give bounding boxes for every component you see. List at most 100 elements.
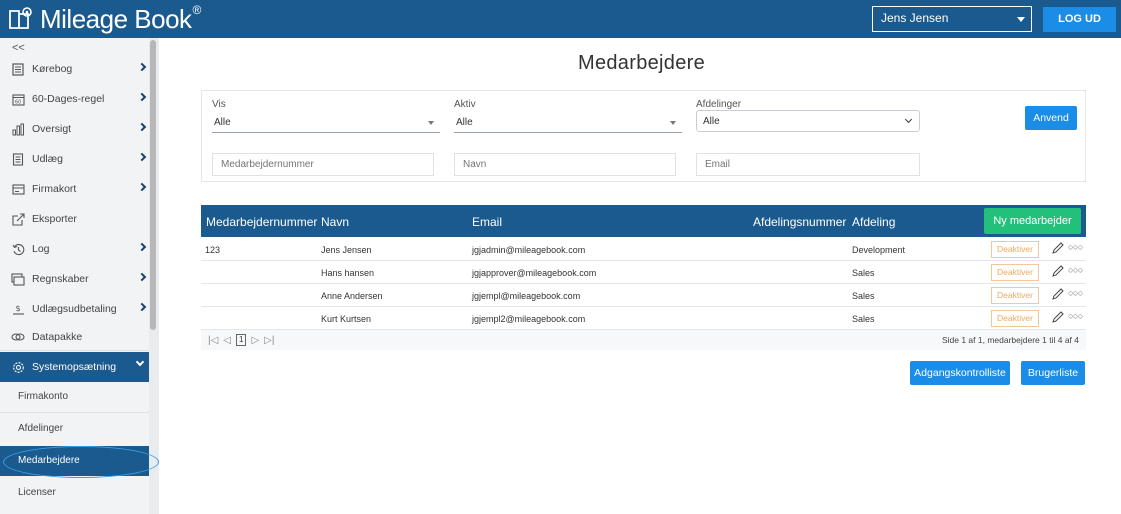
user-list-button[interactable]: Brugerliste [1021, 361, 1085, 385]
column-header-number[interactable]: Medarbejdernummer [206, 215, 317, 229]
filter-panel: Vis Alle Aktiv Alle Afdelinger Alle Anve… [201, 90, 1086, 182]
chevron-right-icon [137, 122, 147, 132]
chevron-down-icon [904, 115, 913, 124]
payout-icon: $ [11, 302, 25, 316]
collapse-sidebar-button[interactable]: << [12, 42, 25, 54]
cell-email: jgjadmin@mileagebook.com [472, 245, 586, 255]
afdelinger-label: Afdelinger [696, 99, 742, 110]
column-header-email[interactable]: Email [472, 215, 502, 229]
gear-icon [11, 360, 25, 374]
export-icon [11, 212, 25, 226]
page-number[interactable]: 1 [236, 334, 247, 346]
deactivate-button[interactable]: Deaktiver [991, 310, 1039, 327]
chevron-down-icon [135, 357, 145, 367]
registered-mark: ® [192, 3, 202, 17]
next-page-icon[interactable]: ▷ [251, 335, 259, 346]
table-row[interactable]: Hans hansen jgjapprover@mileagebook.com … [201, 261, 1086, 284]
caret-down-icon [428, 121, 434, 125]
sidebar-item-oversigt[interactable]: Oversigt [0, 115, 149, 143]
user-dropdown[interactable]: Jens Jensen [872, 6, 1032, 32]
bar-chart-icon [11, 122, 25, 136]
edit-pencil-icon[interactable] [1051, 241, 1065, 255]
chevron-right-icon [137, 92, 147, 102]
brand-logo[interactable]: Mileage Book ® [8, 4, 201, 34]
cell-dept: Sales [852, 314, 875, 324]
sidebar-item-60-dages-regel[interactable]: 60 60-Dages-regel [0, 85, 149, 113]
sidebar-item-regnskaber[interactable]: Regnskaber [0, 265, 149, 293]
sidebar-item-label: Datapakke [32, 331, 83, 343]
afdelinger-value: Alle [703, 116, 720, 127]
aktiv-value: Alle [456, 117, 473, 128]
apply-button[interactable]: Anvend [1025, 106, 1077, 130]
sidebar-item-label: Firmakort [32, 183, 77, 195]
afdelinger-select[interactable]: Alle [696, 110, 920, 132]
more-options-icon[interactable]: ○○○ [1068, 311, 1083, 321]
table-row[interactable]: Anne Andersen jgjempl@mileagebook.com Sa… [201, 284, 1086, 307]
sidebar-item-udlaegsudbetaling[interactable]: $ Udlægsudbetaling [0, 295, 149, 323]
page-title: Medarbejdere [578, 52, 706, 74]
sidebar-item-log[interactable]: Log [0, 235, 149, 263]
edit-pencil-icon[interactable] [1051, 287, 1065, 301]
prev-page-icon[interactable]: ◁ [223, 335, 231, 346]
email-input[interactable] [696, 153, 920, 176]
sidebar-subitem-afdelinger[interactable]: Afdelinger [0, 414, 149, 444]
sidebar-item-label: Kørebog [32, 63, 73, 75]
cell-name: Kurt Kurtsen [321, 314, 372, 324]
employee-number-input[interactable] [212, 153, 434, 176]
user-name: Jens Jensen [881, 11, 949, 25]
edit-pencil-icon[interactable] [1051, 310, 1065, 324]
sidebar-item-korebog[interactable]: Kørebog [0, 55, 149, 83]
sidebar-scroll-thumb[interactable] [150, 40, 156, 330]
table-header: Medarbejdernummer Navn Email Afdelingsnu… [201, 205, 1086, 237]
cell-name: Jens Jensen [321, 245, 372, 255]
deactivate-button[interactable]: Deaktiver [991, 264, 1039, 281]
chevron-right-icon [137, 272, 147, 282]
more-options-icon[interactable]: ○○○ [1068, 242, 1083, 252]
caret-down-icon [670, 121, 676, 125]
sidebar: << Kørebog 60 60-Dages-regel Oversigt Ud… [0, 38, 159, 514]
deactivate-button[interactable]: Deaktiver [991, 241, 1039, 258]
sidebar-item-eksporter[interactable]: Eksporter [0, 205, 149, 233]
svg-text:60: 60 [15, 99, 21, 105]
top-bar: Mileage Book ® Jens Jensen LOG UD [0, 0, 1121, 38]
last-page-icon[interactable]: ▷| [264, 335, 274, 346]
sidebar-divider [0, 350, 149, 351]
sidebar-subitem-licenser[interactable]: Licenser [0, 478, 149, 508]
brand-name: Mileage Book [40, 4, 192, 34]
table-row[interactable]: 123 Jens Jensen jgjadmin@mileagebook.com… [201, 238, 1086, 261]
cell-dept: Development [852, 245, 906, 255]
chevron-right-icon [137, 62, 147, 72]
sidebar-item-datapakke[interactable]: Datapakke [0, 323, 149, 351]
more-options-icon[interactable]: ○○○ [1068, 288, 1083, 298]
column-header-name[interactable]: Navn [321, 215, 349, 229]
highlight-annotation [3, 446, 159, 478]
sidebar-item-firmakort[interactable]: Firmakort [0, 175, 149, 203]
cell-dept: Sales [852, 291, 875, 301]
name-input[interactable] [454, 153, 676, 176]
sidebar-item-label: Log [32, 243, 50, 255]
logout-button[interactable]: LOG UD [1043, 7, 1116, 32]
column-header-dept-number[interactable]: Afdelingsnummer [753, 215, 846, 229]
sidebar-item-label: Udlæg [32, 153, 63, 165]
column-header-dept[interactable]: Afdeling [852, 215, 895, 229]
edit-pencil-icon[interactable] [1051, 264, 1065, 278]
new-employee-button[interactable]: Ny medarbejder [984, 208, 1081, 234]
sidebar-item-udlaeg[interactable]: Udlæg [0, 145, 149, 173]
sidebar-subitem-firmakonto[interactable]: Firmakonto [0, 382, 149, 412]
vis-select[interactable]: Alle [212, 111, 440, 133]
aktiv-select[interactable]: Alle [454, 111, 682, 133]
history-icon [11, 242, 25, 256]
deactivate-button[interactable]: Deaktiver [991, 287, 1039, 304]
logbook-icon [11, 62, 25, 76]
more-options-icon[interactable]: ○○○ [1068, 265, 1083, 275]
cell-email: jgjempl@mileagebook.com [472, 291, 581, 301]
table-row[interactable]: Kurt Kurtsen jgjempl2@mileagebook.com Sa… [201, 307, 1086, 330]
sidebar-divider [0, 412, 149, 413]
sidebar-item-label: Regnskaber [32, 273, 89, 285]
pager: |◁ ◁ 1 ▷ ▷| [208, 334, 279, 346]
card-icon [11, 182, 25, 196]
access-control-list-button[interactable]: Adgangskontrolliste [910, 361, 1010, 385]
receipt-icon [11, 152, 25, 166]
first-page-icon[interactable]: |◁ [208, 335, 218, 346]
sidebar-item-systemopsaetning[interactable]: Systemopsætning [0, 352, 149, 382]
